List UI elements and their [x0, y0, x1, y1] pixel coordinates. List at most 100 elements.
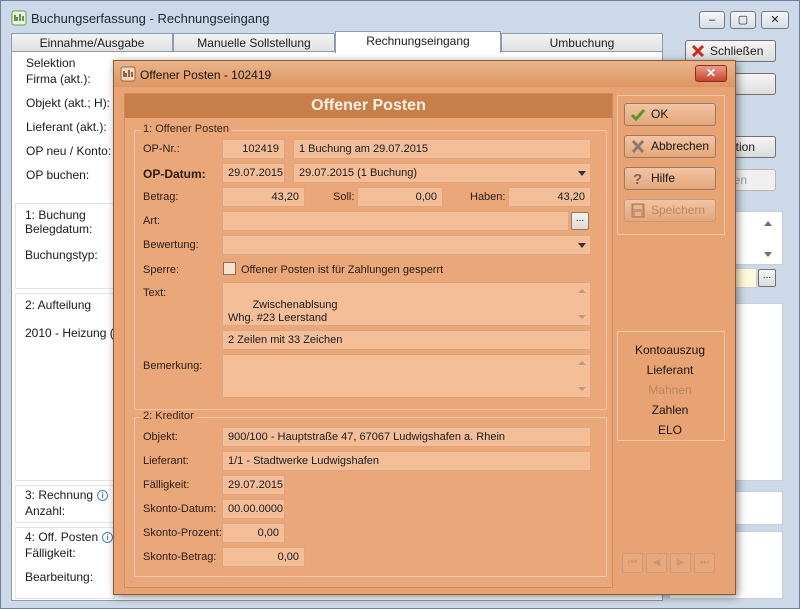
- label-op-neu-konto: OP neu / Konto:: [26, 144, 112, 158]
- nav-prev-button[interactable]: ◀: [646, 553, 667, 573]
- label-op-datum: OP-Datum:: [143, 167, 206, 181]
- label-soll: Soll:: [333, 191, 355, 203]
- ok-label: OK: [651, 107, 669, 121]
- op-nr-field[interactable]: 102419: [222, 139, 285, 159]
- label-faelligkeit: Fälligkeit:: [25, 546, 76, 560]
- label-skonto-prozent: Skonto-Prozent:: [143, 527, 222, 539]
- maximize-button[interactable]: ▢: [730, 11, 756, 29]
- save-icon: [631, 203, 645, 218]
- link-elo[interactable]: ELO: [617, 423, 723, 437]
- label-op-nr: OP-Nr.:: [143, 143, 180, 155]
- scroll-down-icon[interactable]: [578, 315, 586, 319]
- section-rechnung-title: 3: Rechnung i: [25, 488, 109, 502]
- info-icon[interactable]: i: [102, 532, 114, 544]
- ok-button[interactable]: OK: [624, 103, 716, 126]
- haben-field[interactable]: 43,20: [508, 187, 591, 207]
- text-textarea[interactable]: Zwischenablsung Whg. #23 Leerstand: [222, 282, 591, 326]
- faelligkeit-field[interactable]: 29.07.2015: [222, 475, 285, 495]
- svg-text:?: ?: [633, 171, 642, 186]
- section-aufteilung-title: 2: Aufteilung: [25, 298, 92, 312]
- label-lieferant: Lieferant:: [143, 455, 189, 467]
- label-objekt: Objekt:: [143, 431, 178, 443]
- nav-first-button[interactable]: ⏮: [622, 553, 643, 573]
- scroll-up-icon[interactable]: [578, 361, 586, 365]
- scroll-down-icon[interactable]: [578, 387, 586, 391]
- schliessen-button[interactable]: Schließen: [685, 40, 776, 62]
- skonto-betrag-field[interactable]: 0,00: [222, 547, 305, 567]
- abbrechen-button[interactable]: Abbrechen: [624, 135, 716, 158]
- tab-manuelle-sollstellung[interactable]: Manuelle Sollstellung: [173, 33, 335, 52]
- op-datum-select-value: 29.07.2015 (1 Buchung): [299, 167, 418, 179]
- app-logo-icon: [11, 10, 27, 26]
- scroll-down-icon[interactable]: [764, 252, 772, 257]
- hilfe-button[interactable]: ? Hilfe: [624, 167, 716, 190]
- text-textarea-value: Zwischenablsung Whg. #23 Leerstand: [228, 299, 338, 324]
- tab-einnahme-ausgabe[interactable]: Einnahme/Ausgabe: [11, 33, 173, 52]
- chevron-down-icon: [578, 171, 586, 176]
- bewertung-select[interactable]: [222, 235, 591, 255]
- abbrechen-label: Abbrechen: [651, 139, 710, 153]
- label-bewertung: Bewertung:: [143, 239, 199, 251]
- link-kontoauszug[interactable]: Kontoauszug: [617, 343, 723, 357]
- art-field[interactable]: [222, 211, 569, 231]
- dialog-titlebar[interactable]: Offener Posten - 102419 ✕: [114, 61, 735, 87]
- label-op-buchen: OP buchen:: [26, 168, 90, 182]
- bemerkung-scrollbar[interactable]: [575, 356, 589, 396]
- link-mahnen[interactable]: Mahnen: [617, 383, 723, 397]
- soll-field[interactable]: 0,00: [357, 187, 443, 207]
- close-icon: [691, 44, 705, 58]
- objekt-field[interactable]: 900/100 - Hauptstraße 47, 67067 Ludwigsh…: [222, 427, 591, 447]
- bemerkung-textarea[interactable]: [222, 354, 591, 398]
- text-stats: 2 Zeilen mit 33 Zeichen: [222, 330, 591, 350]
- dialog-close-button[interactable]: ✕: [695, 65, 727, 82]
- art-ellipsis-button[interactable]: ...: [571, 212, 589, 230]
- speichern-button[interactable]: Speichern: [624, 199, 716, 222]
- close-icon: [631, 139, 645, 154]
- op-nr-info-field: 1 Buchung am 29.07.2015: [293, 139, 591, 159]
- dialog-side: OK Abbrechen ? Hilfe Speichern Kontoausz…: [617, 93, 725, 588]
- label-betrag: Betrag:: [143, 191, 179, 203]
- sperre-checkbox[interactable]: [223, 262, 236, 275]
- op-datum-select[interactable]: 29.07.2015 (1 Buchung): [293, 163, 591, 183]
- right-ellipsis-button[interactable]: ...: [758, 269, 776, 287]
- section-offene-posten: 4: Off. Posten i Fälligkeit: Bearbeitung:: [15, 527, 115, 599]
- op-datum-field[interactable]: 29.07.2015: [222, 163, 285, 183]
- nav-last-button[interactable]: ⏭: [694, 553, 715, 573]
- close-window-button[interactable]: ✕: [761, 11, 789, 29]
- label-skonto-datum: Skonto-Datum:: [143, 503, 217, 515]
- scroll-up-icon[interactable]: [764, 221, 772, 226]
- scroll-up-icon[interactable]: [578, 289, 586, 293]
- sperre-checkbox-label[interactable]: Offener Posten ist für Zahlungen gesperr…: [241, 264, 443, 276]
- label-skonto-betrag: Skonto-Betrag:: [143, 551, 217, 563]
- hilfe-label: Hilfe: [651, 171, 676, 185]
- label-lieferant: Lieferant (akt.):: [26, 120, 107, 134]
- link-zahlen[interactable]: Zahlen: [617, 403, 723, 417]
- dialog-title: Offener Posten - 102419: [140, 68, 272, 82]
- nav-next-button[interactable]: ▶: [670, 553, 691, 573]
- group-offener-posten-title: 1: Offener Posten: [140, 123, 233, 135]
- section-offposten-title: 4: Off. Posten i: [25, 530, 114, 544]
- info-icon[interactable]: i: [97, 490, 109, 502]
- dialog-body: Offener Posten 1: Offener Posten OP-Nr.:…: [122, 93, 727, 590]
- label-bemerkung: Bemerkung:: [143, 360, 203, 372]
- lieferant-field[interactable]: 1/1 - Stadtwerke Ludwigshafen: [222, 451, 591, 471]
- label-buchungstyp: Buchungstyp:: [25, 248, 98, 262]
- betrag-field[interactable]: 43,20: [222, 187, 305, 207]
- label-faelligkeit: Fälligkeit:: [143, 479, 190, 491]
- section-buchung-title: 1: Buchung: [25, 208, 86, 222]
- label-anzahl: Anzahl:: [25, 504, 66, 518]
- label-art: Art:: [143, 215, 161, 227]
- skonto-datum-field[interactable]: 00.00.0000: [222, 499, 285, 519]
- help-icon: ?: [633, 171, 642, 186]
- speichern-label: Speichern: [651, 203, 706, 217]
- skonto-prozent-field[interactable]: 0,00: [222, 523, 285, 543]
- label-firma: Firma (akt.):: [26, 72, 91, 86]
- minimize-button[interactable]: ‒: [699, 11, 725, 29]
- link-lieferant[interactable]: Lieferant: [617, 363, 723, 377]
- section-buchung: 1: Buchung Belegdatum: Buchungstyp:: [15, 203, 115, 289]
- text-scrollbar[interactable]: [575, 284, 589, 324]
- label-bearbeitung: Bearbeitung:: [25, 570, 94, 584]
- label-haben: Haben:: [470, 191, 506, 203]
- tab-umbuchung[interactable]: Umbuchung: [501, 33, 663, 52]
- tab-rechnungseingang[interactable]: Rechnungseingang: [335, 31, 501, 53]
